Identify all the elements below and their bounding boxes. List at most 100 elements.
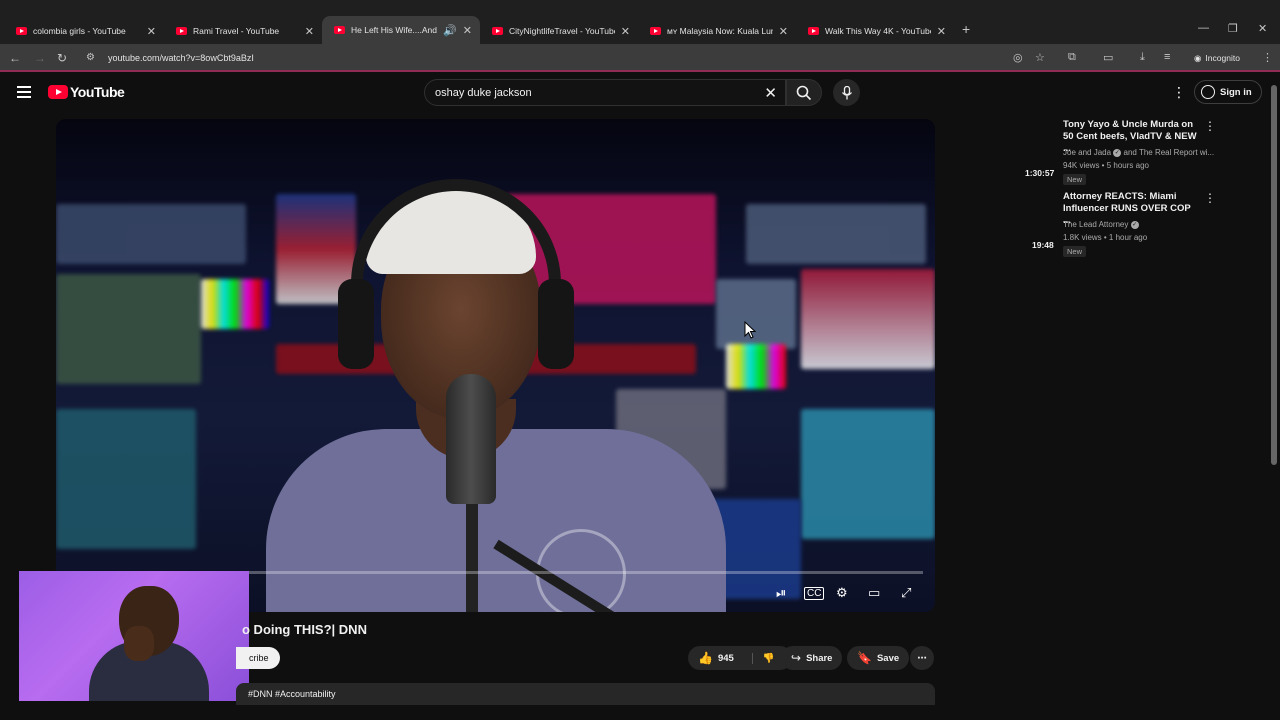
forward-icon[interactable]: → bbox=[34, 51, 46, 65]
recommendation-channel: The Lead Attorney ✓ bbox=[1063, 220, 1139, 229]
share-button[interactable]: ↪ Share bbox=[781, 646, 843, 670]
new-badge: New bbox=[1063, 246, 1087, 257]
browser-menu-icon[interactable]: ⋮ bbox=[1262, 51, 1273, 64]
tab-title: CityNightlifeTravel - YouTube bbox=[509, 26, 615, 36]
close-tab-icon[interactable]: ✕ bbox=[621, 25, 630, 38]
browser-tab-3-active[interactable]: He Left His Wife....And Endi 🔊 ✕ bbox=[322, 16, 480, 44]
video-title: o Doing THIS?| DNN bbox=[242, 622, 367, 637]
voice-search-button[interactable] bbox=[833, 79, 860, 106]
search-query-text: oshay duke jackson bbox=[435, 86, 532, 99]
tab-title: Walk This Way 4K - YouTube bbox=[825, 26, 931, 36]
clear-search-icon[interactable]: ✕ bbox=[764, 84, 777, 102]
background-colorbars-tile bbox=[726, 344, 786, 389]
background-screen-tile bbox=[746, 204, 926, 264]
video-duration: 1:30:57 bbox=[1025, 168, 1055, 178]
sign-in-label: Sign in bbox=[1220, 86, 1252, 98]
youtube-favicon-icon bbox=[650, 27, 661, 35]
search-button[interactable] bbox=[786, 79, 822, 106]
youtube-favicon-icon bbox=[808, 27, 819, 35]
headphones-band bbox=[351, 179, 561, 329]
settings-gear-icon[interactable]: ⚙ bbox=[836, 585, 848, 601]
restore-icon[interactable]: ❐ bbox=[1228, 22, 1238, 35]
recommendation-meta: 1.8K views • 1 hour ago bbox=[1063, 233, 1148, 242]
save-button[interactable]: 🔖 Save bbox=[847, 646, 910, 670]
verified-check-icon: ✓ bbox=[1113, 148, 1122, 157]
background-screen-tile bbox=[56, 274, 201, 384]
background-screen-tile bbox=[56, 204, 246, 264]
youtube-wordmark: YouTube bbox=[70, 84, 125, 100]
youtube-header: YouTube oshay duke jackson ✕ ⋮ Sign in bbox=[0, 74, 1280, 114]
youtube-logo-icon bbox=[48, 85, 68, 99]
save-label: Save bbox=[876, 652, 900, 664]
headphones-right-cup bbox=[538, 279, 574, 369]
speaker-icon[interactable]: 🔊 bbox=[443, 24, 457, 37]
more-actions-button[interactable]: ⋯ bbox=[910, 646, 934, 670]
media-control-icon[interactable]: ≡ bbox=[1164, 51, 1170, 63]
more-options-icon[interactable]: ⋮ bbox=[1204, 191, 1216, 205]
more-options-icon[interactable]: ⋮ bbox=[1204, 119, 1216, 133]
fullscreen-icon[interactable]: ⤢ bbox=[901, 585, 911, 601]
headphones-left-cup bbox=[338, 279, 374, 369]
autoplay-toggle-icon[interactable]: ⏯ bbox=[776, 585, 786, 601]
recommendation-channel: Joe and Jada ✓ and The Real Report wi... bbox=[1063, 148, 1215, 157]
tracking-eye-off-icon[interactable]: ◎ bbox=[1013, 51, 1023, 64]
close-tab-icon[interactable]: ✕ bbox=[147, 25, 156, 38]
like-button[interactable]: 👍 945 👎 bbox=[688, 646, 792, 670]
tab-title: мʏ Malaysia Now: Kuala Lumpu bbox=[667, 26, 773, 36]
minimize-icon[interactable]: — bbox=[1198, 22, 1209, 34]
tab-search-icon[interactable]: ▭ bbox=[1103, 51, 1113, 64]
recommendation-item[interactable]: 1:30:57 Tony Yayo & Uncle Murda on 50 Ce… bbox=[1020, 119, 1220, 189]
thumbs-down-icon[interactable]: 👎 bbox=[751, 652, 775, 664]
close-tab-icon[interactable]: ✕ bbox=[779, 25, 788, 38]
new-tab-button[interactable]: + bbox=[962, 21, 970, 37]
browser-tab-2[interactable]: Rami Travel - YouTube ✕ bbox=[164, 18, 322, 44]
incognito-indicator[interactable]: ◉ Incognito bbox=[1186, 48, 1248, 68]
background-screen-tile bbox=[56, 409, 196, 549]
sign-in-button[interactable]: Sign in bbox=[1194, 80, 1262, 104]
close-tab-icon[interactable]: ✕ bbox=[463, 24, 472, 37]
youtube-logo[interactable]: YouTube bbox=[48, 84, 125, 100]
site-info-icon[interactable]: ⚙ bbox=[86, 52, 98, 64]
browser-tab-5[interactable]: мʏ Malaysia Now: Kuala Lumpu ✕ bbox=[638, 18, 796, 44]
extensions-icon[interactable]: ⧉ bbox=[1068, 51, 1076, 64]
back-icon[interactable]: ← bbox=[9, 51, 21, 65]
recommendation-item[interactable]: 19:48 Attorney REACTS: Miami Influencer … bbox=[1020, 191, 1220, 261]
video-player[interactable]: ⏯ CC ⚙ ▭ ⤢ bbox=[56, 119, 935, 612]
microphone-stand bbox=[466, 499, 478, 612]
close-window-icon[interactable]: ✕ bbox=[1258, 22, 1267, 35]
studio-microphone bbox=[446, 374, 496, 504]
theater-mode-icon[interactable]: ▭ bbox=[868, 585, 880, 601]
bookmark-star-icon[interactable]: ☆ bbox=[1035, 51, 1045, 64]
host-shirt bbox=[266, 429, 726, 612]
verified-check-icon: ✓ bbox=[1130, 220, 1139, 229]
tab-title: colombia girls - YouTube bbox=[33, 26, 126, 36]
background-screen-tile bbox=[801, 409, 935, 539]
description-box[interactable]: #DNN #Accountability bbox=[236, 683, 935, 705]
tab-title: Rami Travel - YouTube bbox=[193, 26, 280, 36]
tab-title: He Left His Wife....And Endi bbox=[351, 25, 437, 35]
browser-tab-1[interactable]: colombia girls - YouTube ✕ bbox=[4, 18, 164, 44]
browser-tab-4[interactable]: CityNightlifeTravel - YouTube ✕ bbox=[480, 18, 638, 44]
reload-icon[interactable]: ↻ bbox=[57, 51, 67, 65]
close-tab-icon[interactable]: ✕ bbox=[305, 25, 314, 38]
address-bar-row: ← → ↻ ⚙ youtube.com/watch?v=8owCbt9aBzI … bbox=[0, 44, 1280, 72]
host-person bbox=[266, 179, 726, 612]
incognito-icon: ◉ bbox=[1194, 52, 1202, 63]
youtube-favicon-icon bbox=[334, 26, 345, 34]
url-text: youtube.com/watch?v=8owCbt9aBzI bbox=[108, 53, 254, 63]
youtube-favicon-icon bbox=[176, 27, 187, 35]
browser-tab-6[interactable]: Walk This Way 4K - YouTube ✕ bbox=[796, 18, 954, 44]
hamburger-menu-icon[interactable] bbox=[17, 86, 31, 98]
download-icon[interactable]: ⤓ bbox=[1140, 51, 1145, 64]
closed-captions-icon[interactable]: CC bbox=[804, 587, 825, 600]
new-badge: New bbox=[1063, 174, 1087, 185]
search-input[interactable]: oshay duke jackson ✕ bbox=[424, 79, 786, 106]
thumbs-up-icon: 👍 bbox=[698, 651, 713, 665]
share-arrow-icon: ↪ bbox=[791, 651, 802, 665]
close-tab-icon[interactable]: ✕ bbox=[937, 25, 946, 38]
url-field[interactable]: ⚙ youtube.com/watch?v=8owCbt9aBzI bbox=[78, 47, 1078, 69]
settings-kebab-icon[interactable]: ⋮ bbox=[1172, 84, 1186, 101]
subscribe-button[interactable]: cribe bbox=[236, 647, 280, 669]
page-scrollbar[interactable] bbox=[1271, 85, 1277, 465]
webcam-overlay bbox=[19, 571, 249, 701]
